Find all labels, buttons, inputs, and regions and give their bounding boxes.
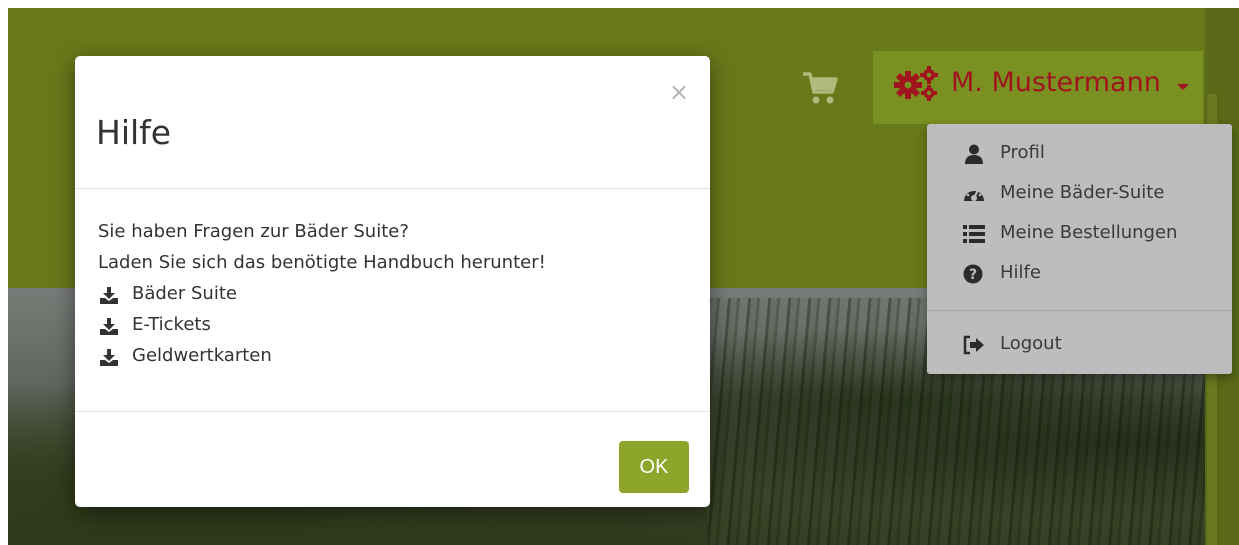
gears-icon <box>893 65 943 101</box>
download-label: E-Tickets <box>132 314 211 335</box>
page-background: M. Mustermann Profil Meine Bäder-Suite M… <box>8 8 1239 545</box>
download-icon <box>100 318 118 335</box>
list-icon <box>963 224 985 244</box>
dashboard-icon <box>963 184 985 204</box>
caret-down-icon <box>1177 84 1189 90</box>
dropdown-item-label: Hilfe <box>1000 262 1041 283</box>
sign-out-icon <box>963 335 985 355</box>
dropdown-item-profil[interactable]: Profil <box>927 134 1232 172</box>
dropdown-item-label: Logout <box>1000 333 1062 354</box>
ok-button[interactable]: OK <box>619 441 689 493</box>
modal-header-divider <box>75 188 710 189</box>
dropdown-item-hilfe[interactable]: ? Hilfe <box>927 254 1232 292</box>
user-dropdown-menu: Profil Meine Bäder-Suite Meine Bestellun… <box>927 124 1232 374</box>
shopping-cart-icon[interactable] <box>801 70 839 106</box>
dropdown-item-label: Meine Bäder-Suite <box>1000 182 1165 203</box>
download-icon <box>100 349 118 366</box>
svg-text:?: ? <box>969 267 977 283</box>
modal-intro-line-2: Laden Sie sich das benötigte Handbuch he… <box>98 252 546 273</box>
dropdown-item-meine-baeder-suite[interactable]: Meine Bäder-Suite <box>927 174 1232 212</box>
download-label: Geldwertkarten <box>132 345 272 366</box>
help-modal: Hilfe × Sie haben Fragen zur Bäder Suite… <box>75 56 710 507</box>
dropdown-item-meine-bestellungen[interactable]: Meine Bestellungen <box>927 214 1232 252</box>
modal-intro-line-1: Sie haben Fragen zur Bäder Suite? <box>98 221 409 242</box>
dropdown-item-label: Meine Bestellungen <box>1000 222 1178 243</box>
close-icon[interactable]: × <box>669 80 689 104</box>
question-circle-icon: ? <box>963 264 985 284</box>
dropdown-item-label: Profil <box>1000 142 1045 163</box>
modal-footer-divider <box>75 411 710 412</box>
download-icon <box>100 287 118 304</box>
user-menu-toggle[interactable]: M. Mustermann <box>873 51 1203 124</box>
user-icon <box>963 144 985 164</box>
modal-title: Hilfe <box>96 113 172 152</box>
download-label: Bäder Suite <box>132 283 237 304</box>
dropdown-divider <box>927 310 1232 311</box>
dropdown-item-logout[interactable]: Logout <box>927 325 1232 363</box>
user-name: M. Mustermann <box>951 67 1161 98</box>
